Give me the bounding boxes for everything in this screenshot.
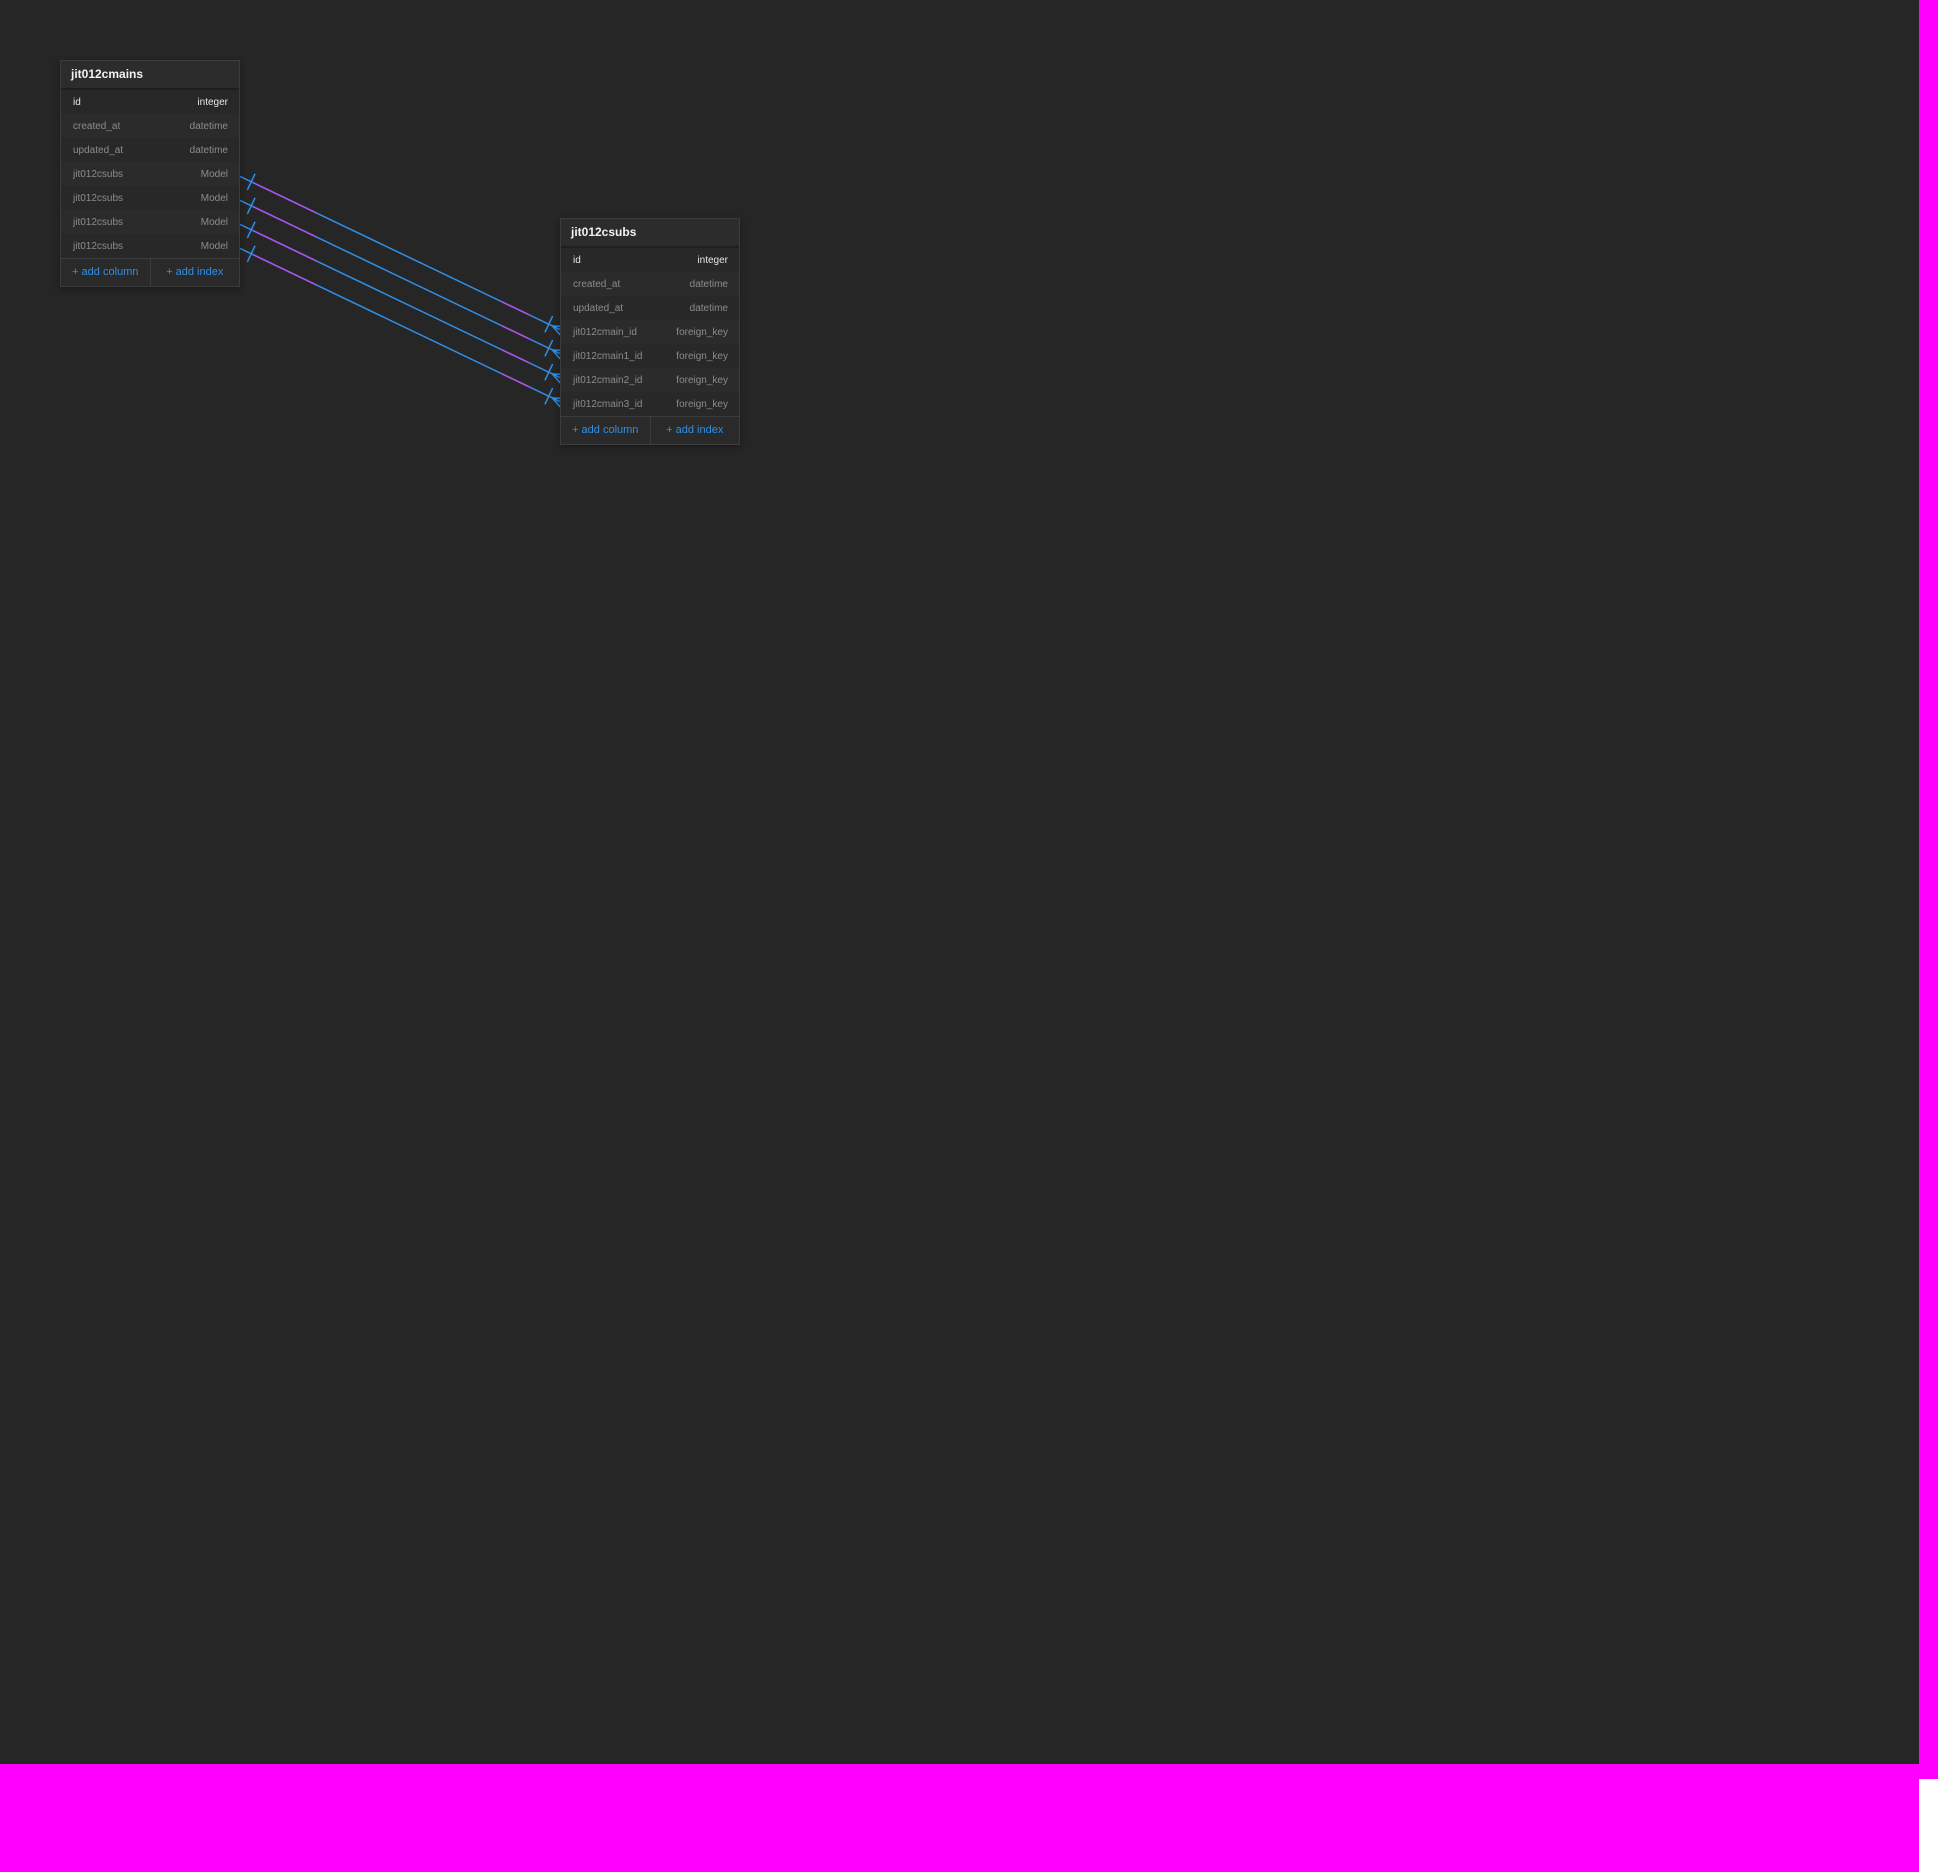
column-type: foreign_key	[676, 374, 728, 386]
column-row[interactable]: updated_at datetime	[61, 138, 239, 162]
add-index-button[interactable]: + add index	[649, 417, 740, 444]
column-type: foreign_key	[676, 398, 728, 410]
column-row[interactable]: created_at datetime	[561, 272, 739, 296]
column-row[interactable]: updated_at datetime	[561, 296, 739, 320]
overlay-corner	[1919, 1779, 1938, 1872]
add-index-button[interactable]: + add index	[149, 259, 240, 286]
column-name: jit012csubs	[73, 240, 124, 252]
column-name: created_at	[73, 120, 121, 132]
column-name: id	[73, 96, 81, 108]
column-name: updated_at	[73, 144, 124, 156]
table-jit012cmains[interactable]: jit012cmains id integer created_at datetim…	[60, 60, 240, 287]
table-title[interactable]: jit012csubs	[561, 219, 739, 248]
column-row[interactable]: id integer	[61, 90, 239, 114]
table-footer: + add column + add index	[561, 416, 739, 444]
column-row[interactable]: jit012cmain_id foreign_key	[561, 320, 739, 344]
column-name: id	[573, 254, 581, 266]
column-name: jit012csubs	[73, 168, 124, 180]
column-name: jit012cmain3_id	[573, 398, 643, 410]
column-type: datetime	[689, 302, 728, 314]
column-row[interactable]: jit012csubs Model	[61, 210, 239, 234]
column-type: integer	[697, 254, 728, 266]
add-column-button[interactable]: + add column	[561, 417, 650, 444]
column-type: datetime	[189, 120, 228, 132]
column-row[interactable]: jit012csubs Model	[61, 234, 239, 258]
column-name: updated_at	[573, 302, 624, 314]
column-row[interactable]: jit012cmain1_id foreign_key	[561, 344, 739, 368]
column-row[interactable]: id integer	[561, 248, 739, 272]
column-type: Model	[200, 216, 228, 228]
column-list: id integer created_at datetime updated_at d…	[61, 90, 239, 258]
column-type: foreign_key	[676, 350, 728, 362]
column-name: jit012csubs	[73, 192, 124, 204]
column-name: jit012cmain2_id	[573, 374, 643, 386]
column-type: datetime	[189, 144, 228, 156]
column-type: foreign_key	[676, 326, 728, 338]
column-type: datetime	[689, 278, 728, 290]
column-name: jit012csubs	[73, 216, 124, 228]
table-jit012csubs[interactable]: jit012csubs id integer created_at datetime…	[560, 218, 740, 445]
column-type: Model	[200, 192, 228, 204]
column-row[interactable]: jit012csubs Model	[61, 162, 239, 186]
column-row[interactable]: jit012cmain2_id foreign_key	[561, 368, 739, 392]
table-title[interactable]: jit012cmains	[61, 61, 239, 90]
column-row[interactable]: jit012cmain3_id foreign_key	[561, 392, 739, 416]
column-type: Model	[200, 168, 228, 180]
column-row[interactable]: created_at datetime	[61, 114, 239, 138]
overlay-strip-right	[1919, 0, 1938, 1779]
column-type: Model	[200, 240, 228, 252]
column-name: jit012cmain1_id	[573, 350, 643, 362]
overlay-strip-bottom-inner	[0, 1764, 1919, 1872]
table-footer: + add column + add index	[61, 258, 239, 286]
add-column-button[interactable]: + add column	[61, 259, 150, 286]
column-name: jit012cmain_id	[573, 326, 637, 338]
diagram-canvas[interactable]	[0, 0, 1919, 1764]
column-name: created_at	[573, 278, 621, 290]
column-list: id integer created_at datetime updated_at d…	[561, 248, 739, 416]
column-row[interactable]: jit012csubs Model	[61, 186, 239, 210]
column-type: integer	[197, 96, 228, 108]
